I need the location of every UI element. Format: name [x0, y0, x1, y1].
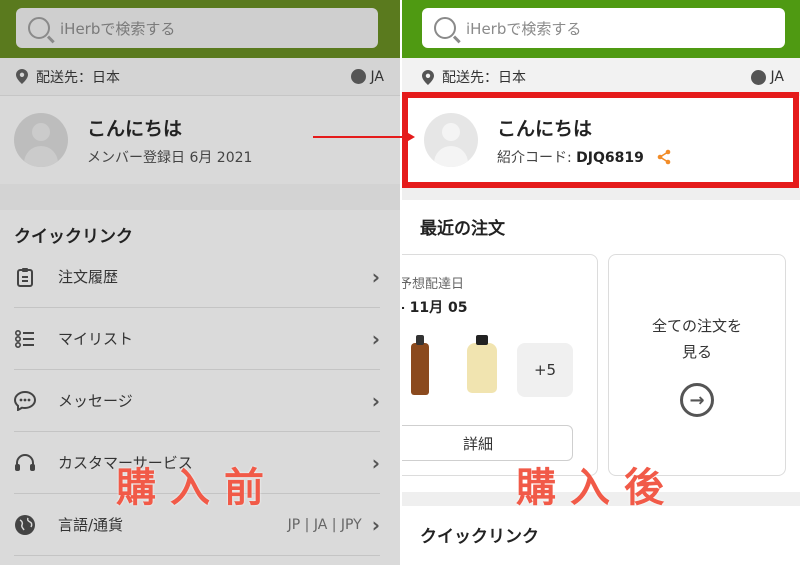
order-card[interactable]: 予想配達日 - 11月 05 +5 詳細	[402, 254, 598, 476]
member-since: メンバー登録日 6月 2021	[87, 149, 253, 166]
menu-item-label: 言語/通貨	[58, 516, 124, 534]
ship-to-text: 配送先：日本	[442, 70, 526, 86]
recent-orders-title: 最近の注文	[420, 219, 505, 239]
language-selector[interactable]: JA	[750, 69, 784, 85]
after-panel: iHerbで検索する 配送先：日本 JA こんにちは 紹介コード: DJQ681…	[402, 0, 800, 565]
menu-item-label: マイリスト	[58, 330, 134, 348]
menu-item-label: メッセージ	[58, 392, 133, 410]
all-orders-line1: 全ての注文を	[651, 317, 742, 335]
ship-to-text: 配送先：日本	[36, 69, 120, 86]
chevron-right-icon: ›	[371, 512, 380, 537]
locale-value: JP | JA | JPY	[287, 516, 362, 533]
search-icon	[434, 17, 456, 39]
list-icon	[14, 328, 36, 350]
eta-label: 予想配達日	[402, 277, 465, 292]
greeting: こんにちは	[87, 117, 183, 140]
comparison-arrow	[313, 130, 415, 144]
before-label: 購入前	[116, 465, 278, 511]
highlight-box	[402, 92, 799, 188]
product-thumbnail	[411, 335, 429, 395]
language-selector[interactable]: JA	[350, 68, 384, 85]
search-icon	[28, 17, 50, 39]
avatar	[14, 113, 68, 167]
chat-icon	[14, 390, 36, 412]
search-bar[interactable]: iHerbで検索する	[422, 8, 785, 48]
location-pin-icon	[422, 69, 434, 85]
all-orders-card[interactable]: 全ての注文を 見る →	[608, 254, 786, 476]
chevron-right-icon: ›	[371, 450, 380, 475]
ship-to-bar[interactable]: 配送先：日本 JA	[402, 58, 800, 96]
all-orders-text: 全ての注文を 見る	[637, 313, 757, 365]
all-orders-line2: 見る	[681, 343, 712, 361]
more-items-count: +5	[517, 343, 573, 397]
menu-item-my-list[interactable]: マイリスト ›	[14, 308, 380, 370]
menu-item-order-history[interactable]: 注文履歴 ›	[14, 246, 380, 308]
menu-item-messages[interactable]: メッセージ ›	[14, 370, 380, 432]
header-bar: iHerbで検索する	[0, 0, 400, 58]
chevron-right-icon: ›	[371, 326, 380, 351]
header-bar: iHerbで検索する	[402, 0, 800, 58]
ship-to-bar[interactable]: 配送先：日本 JA	[0, 58, 400, 96]
arrow-right-circle-icon: →	[680, 383, 714, 417]
location-pin-icon	[16, 69, 28, 84]
language-code: JA	[370, 68, 384, 85]
search-bar[interactable]: iHerbで検索する	[16, 8, 378, 48]
eta-date: - 11月 05	[402, 300, 468, 316]
after-label: 購入後	[516, 465, 678, 511]
product-thumbnail	[467, 335, 497, 393]
globe-icon	[350, 69, 366, 84]
quick-links-title: クイックリンク	[420, 527, 539, 547]
chevron-right-icon: ›	[371, 388, 380, 413]
quick-links-title: クイックリンク	[14, 227, 133, 247]
globe-icon	[14, 514, 36, 536]
menu-item-label: 注文履歴	[58, 268, 119, 286]
globe-icon	[750, 69, 766, 85]
profile-section[interactable]: こんにちは メンバー登録日 6月 2021	[0, 96, 400, 184]
headset-icon	[14, 452, 36, 474]
search-placeholder: iHerbで検索する	[466, 19, 582, 38]
before-panel: iHerbで検索する 配送先：日本 JA こんにちは メンバー登録日 6月 20…	[0, 0, 400, 565]
clipboard-icon	[14, 266, 36, 288]
divider	[402, 188, 800, 200]
language-code: JA	[770, 69, 784, 85]
search-placeholder: iHerbで検索する	[60, 19, 176, 38]
divider	[0, 184, 400, 210]
chevron-right-icon: ›	[371, 264, 380, 289]
